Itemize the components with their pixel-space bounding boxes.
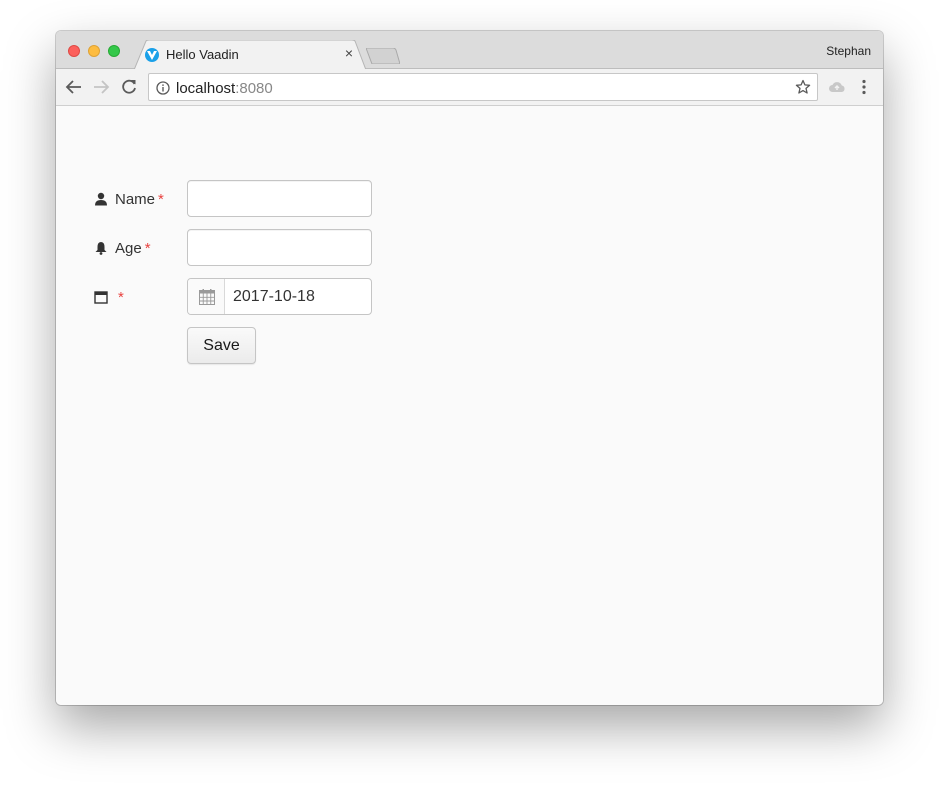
save-button[interactable]: Save bbox=[187, 327, 256, 364]
age-required-indicator: * bbox=[144, 239, 151, 257]
url-text: localhost:8080 bbox=[176, 80, 273, 97]
page-content: Name * Age * * 2017-10-18 Save bbox=[56, 106, 883, 705]
kebab-menu-icon[interactable] bbox=[861, 79, 867, 95]
calendar-popup-button[interactable] bbox=[188, 279, 225, 314]
calendar-icon bbox=[94, 291, 108, 304]
form-row-name: Name * bbox=[56, 180, 883, 217]
name-caption: Name * bbox=[94, 189, 164, 209]
name-input[interactable] bbox=[187, 180, 372, 217]
arrow-right-icon[interactable] bbox=[92, 78, 110, 96]
form-row-age: Age * bbox=[56, 229, 883, 266]
tab-close-icon[interactable]: × bbox=[342, 46, 356, 60]
new-tab-button[interactable] bbox=[366, 48, 400, 64]
reload-icon[interactable] bbox=[120, 78, 138, 96]
date-input[interactable]: 2017-10-18 bbox=[233, 288, 315, 306]
arrow-left-icon[interactable] bbox=[65, 78, 83, 96]
user-icon bbox=[95, 192, 107, 206]
address-bar[interactable]: localhost:8080 bbox=[148, 73, 818, 101]
bell-icon bbox=[95, 242, 107, 255]
tab-strip: Hello Vaadin × Stephan bbox=[56, 31, 883, 70]
tab-title: Hello Vaadin bbox=[166, 47, 239, 62]
tab-hello-vaadin[interactable]: Hello Vaadin × bbox=[134, 40, 366, 70]
window-maximize-button[interactable] bbox=[108, 45, 120, 57]
browser-toolbar: localhost:8080 bbox=[56, 69, 883, 106]
window-minimize-button[interactable] bbox=[88, 45, 100, 57]
age-input[interactable] bbox=[187, 229, 372, 266]
cloud-icon[interactable] bbox=[828, 79, 846, 95]
date-caption: * bbox=[94, 287, 124, 307]
star-icon[interactable] bbox=[795, 79, 811, 95]
name-required-indicator: * bbox=[158, 190, 164, 208]
vaadin-favicon-icon bbox=[145, 48, 159, 62]
date-required-indicator: * bbox=[118, 288, 124, 306]
info-icon[interactable] bbox=[156, 81, 170, 95]
profile-name[interactable]: Stephan bbox=[826, 44, 871, 58]
url-host: localhost bbox=[176, 80, 236, 97]
url-port: :8080 bbox=[235, 80, 273, 97]
date-field: 2017-10-18 bbox=[187, 278, 372, 315]
window-close-button[interactable] bbox=[68, 45, 80, 57]
age-caption: Age * bbox=[94, 238, 151, 258]
calendar-grid-icon bbox=[199, 289, 215, 305]
browser-window: Hello Vaadin × Stephan localhost:8080 Na… bbox=[56, 31, 883, 705]
age-label: Age bbox=[115, 239, 142, 257]
form-row-date: * 2017-10-18 bbox=[56, 278, 883, 315]
name-label: Name bbox=[115, 190, 156, 208]
